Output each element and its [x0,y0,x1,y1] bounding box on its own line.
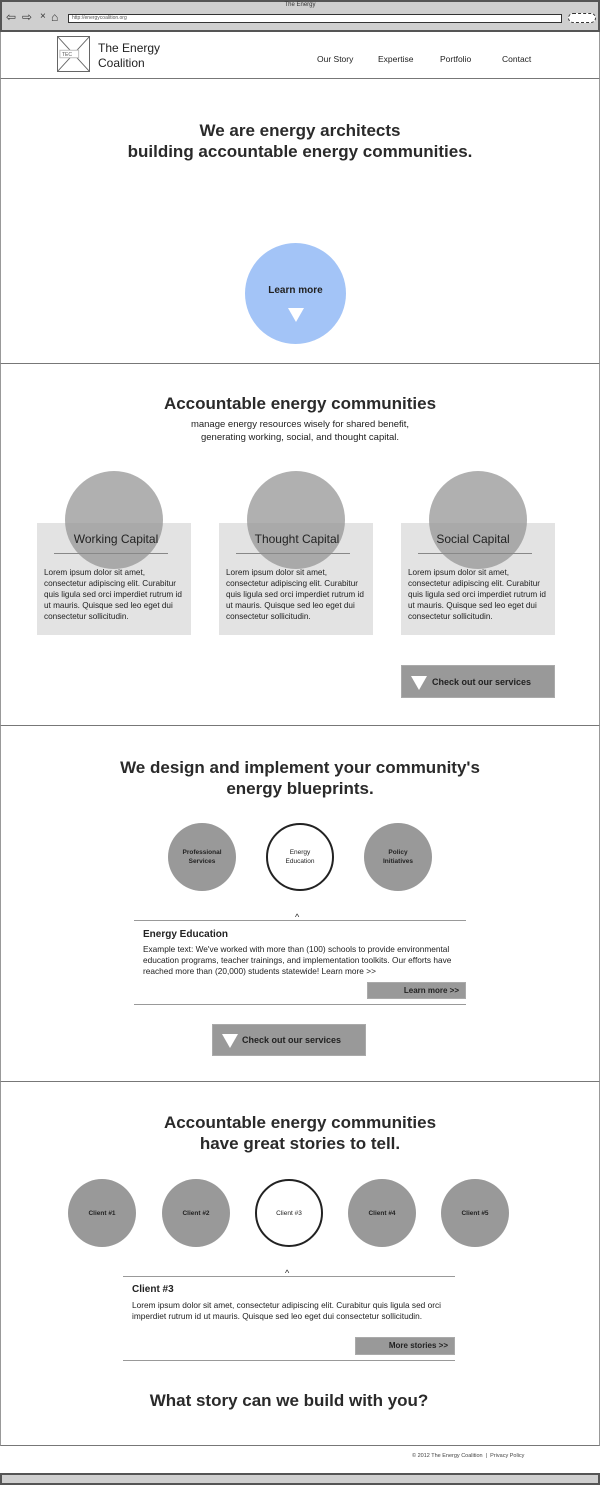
footer-text: © 2012 The Energy Coalition | Privacy Po… [412,1453,524,1459]
service-policy-initiatives[interactable]: Policy Initiatives [364,823,432,891]
down-arrow-icon [411,676,427,690]
card-title: Social Capital [436,532,510,546]
check-services-button[interactable]: Check out our services [401,665,555,698]
logo-text: TEC [62,52,72,58]
card-image-placeholder [65,471,163,569]
button-label: Check out our services [242,1035,342,1045]
label: Initiatives [383,858,413,865]
divider [54,553,168,554]
learn-more-label: Learn more [268,285,323,296]
button-label: Check out our services [432,677,532,687]
divider [123,1360,455,1361]
communities-sub1: manage energy resources wisely for share… [190,419,410,430]
stop-icon[interactable]: × [40,11,46,22]
back-icon[interactable]: ⇦ [6,10,16,24]
client-3[interactable]: Client #3 [255,1179,323,1247]
check-services-button-2[interactable]: Check out our services [212,1024,366,1056]
card-body: Lorem ipsum dolor sit amet, consectetur … [408,568,546,621]
panel-title: Energy Education [143,929,229,940]
panel-text: Example text: We've worked with more tha… [143,944,452,976]
hero-heading-line1: We are energy architects [199,121,401,140]
browser-status-bar [0,1473,600,1485]
brand-line1: The Energy [98,41,161,55]
panel-text: Lorem ipsum dolor sit amet, consectetur … [132,1300,441,1321]
service-energy-education[interactable]: Energy Education [266,823,334,891]
down-arrow-icon [222,1034,238,1048]
learn-more-button[interactable]: Learn more >> [367,982,466,999]
nav-our-story[interactable]: Our Story [317,54,353,64]
divider [236,553,350,554]
logo-placeholder[interactable]: TEC [57,36,90,72]
copyright: © 2012 The Energy Coalition [412,1453,483,1459]
nav-portfolio[interactable]: Portfolio [440,54,471,64]
divider [134,920,466,921]
address-bar[interactable]: http://energycoalition.org [68,14,562,23]
nav-contact[interactable]: Contact [502,54,531,64]
communities-sub2: generating working, social, and thought … [200,432,400,443]
client-2[interactable]: Client #2 [162,1179,230,1247]
learn-more-button[interactable]: Learn more [245,243,346,344]
hero-heading-line2: building accountable energy communities. [127,142,473,161]
home-icon[interactable]: ⌂ [51,10,58,24]
services-heading-line1: We design and implement your community's [120,758,480,777]
card-title: Working Capital [73,532,159,546]
label: Education [285,858,315,865]
card-title: Thought Capital [254,532,340,546]
label: Energy [289,849,311,856]
label: Professional [182,849,222,856]
card-body: Lorem ipsum dolor sit amet, consectetur … [44,568,182,621]
label: Services [188,858,216,865]
cta-heading: What story can we build with you? [149,1391,429,1410]
client-5[interactable]: Client #5 [441,1179,509,1247]
divider [123,1276,455,1277]
divider [134,1004,466,1005]
brand-line2: Coalition [98,56,145,70]
down-arrow-icon [287,308,304,322]
more-stories-button[interactable]: More stories >> [355,1337,455,1355]
panel-title: Client #3 [132,1284,174,1295]
service-professional-services[interactable]: Professional Services [168,823,236,891]
label: Policy [388,849,408,856]
separator: | [485,1453,488,1459]
nav-expertise[interactable]: Expertise [378,54,413,64]
privacy-policy-link[interactable]: Privacy Policy [490,1453,524,1459]
client-1[interactable]: Client #1 [68,1179,136,1247]
client-4[interactable]: Client #4 [348,1179,416,1247]
divider [418,553,532,554]
communities-heading: Accountable energy communities [163,394,437,413]
card-image-placeholder [247,471,345,569]
card-body: Lorem ipsum dolor sit amet, consectetur … [226,568,364,621]
stories-heading-line2: have great stories to tell. [199,1134,401,1153]
brand-name[interactable]: The Energy Coalition [98,41,160,71]
forward-icon[interactable]: ⇨ [22,10,32,24]
stories-heading-line1: Accountable energy communities [163,1113,437,1132]
services-heading-line2: energy blueprints. [226,779,374,798]
card-image-placeholder [429,471,527,569]
window-title: The Energy [284,2,316,8]
search-icon[interactable] [568,13,596,23]
